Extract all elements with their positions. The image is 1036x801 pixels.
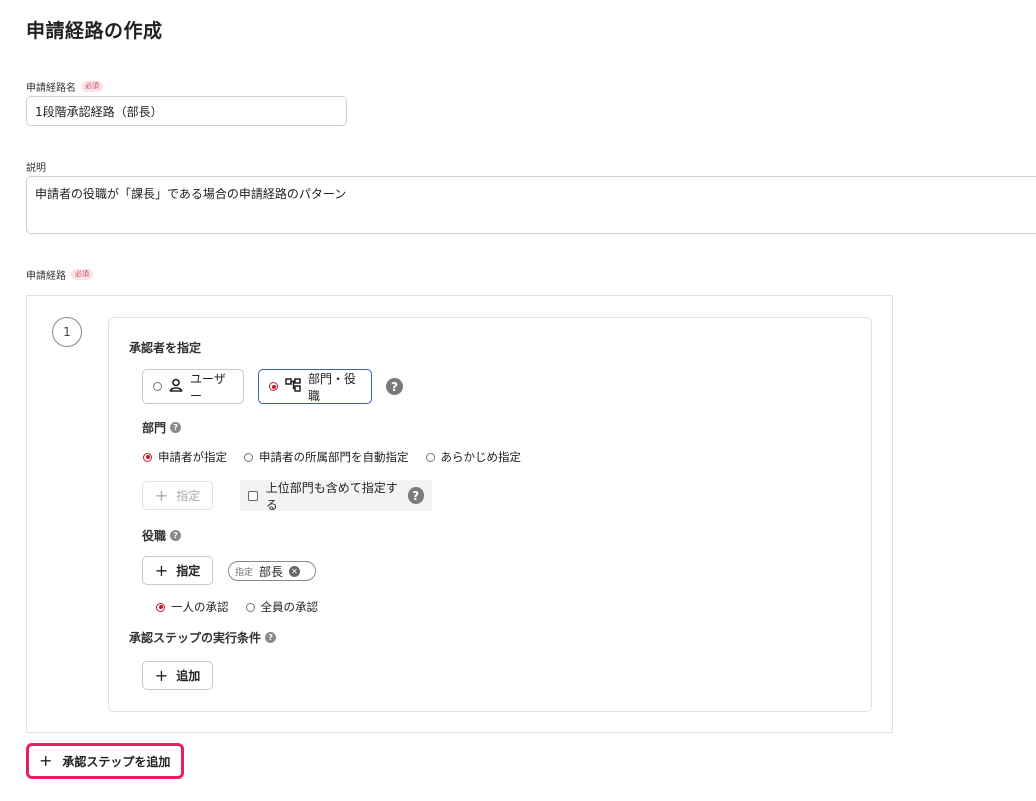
plus-icon: +	[154, 665, 169, 685]
chip-tag: 指定	[235, 567, 254, 578]
approval-mode-radio-group: 一人の承認 全員の承認	[156, 599, 330, 615]
add-approval-step-label: 承認ステップを追加	[62, 754, 171, 769]
approver-help-icon[interactable]: ?	[386, 378, 403, 395]
condition-heading-text: 承認ステップの実行条件	[129, 631, 262, 645]
position-heading: 役職 ?	[142, 527, 182, 544]
remove-chip-icon[interactable]: ✕	[289, 565, 301, 577]
approver-option-dept-position[interactable]: 部門・役職	[258, 369, 372, 404]
required-badge: 必須	[71, 269, 93, 280]
route-name-label: 申請経路名 必須	[26, 79, 103, 94]
description-label: 説明	[26, 159, 46, 174]
step-number: 1	[52, 317, 82, 347]
radio-preset[interactable]	[425, 452, 435, 462]
page-title: 申請経路の作成	[26, 20, 163, 42]
position-help-icon[interactable]: ?	[170, 530, 182, 541]
include-parent-help-icon[interactable]: ?	[407, 487, 424, 504]
chip-label: 部長	[259, 564, 284, 579]
description-textarea[interactable]: 申請者の役職が「課長」である場合の申請経路のパターン	[26, 176, 1036, 234]
position-chip: 指定 部長 ✕	[228, 561, 316, 581]
route-name-input[interactable]: 1段階承認経路（部長）	[26, 96, 347, 126]
approval-mode-all-label: 全員の承認	[260, 600, 319, 614]
approver-heading-text: 承認者を指定	[129, 341, 202, 355]
radio-auto-department[interactable]	[244, 452, 253, 462]
condition-heading: 承認ステップの実行条件 ?	[129, 629, 277, 646]
position-specify-label: 指定	[176, 564, 201, 578]
condition-help-icon[interactable]: ?	[265, 632, 277, 643]
department-heading-text: 部門	[142, 421, 167, 435]
include-parent-dept-option[interactable]: 上位部門も含めて指定する ?	[240, 480, 432, 512]
radio-applicant-specifies[interactable]	[143, 452, 152, 462]
radio-single-approval[interactable]	[156, 602, 165, 612]
approver-heading: 承認者を指定	[129, 339, 201, 356]
approval-mode-all[interactable]: 全員の承認	[245, 599, 319, 615]
user-icon	[169, 378, 183, 395]
department-option-applicant-label: 申請者が指定	[158, 450, 227, 464]
radio-dept-position[interactable]	[269, 382, 278, 391]
org-chart-icon	[285, 378, 301, 395]
department-specify-label: 指定	[176, 489, 201, 503]
department-heading: 部門 ?	[142, 419, 182, 436]
department-option-preset[interactable]: あらかじめ指定	[425, 449, 522, 465]
department-help-icon[interactable]: ?	[170, 422, 182, 433]
department-option-applicant[interactable]: 申請者が指定	[143, 449, 227, 465]
include-parent-label: 上位部門も含めて指定する	[265, 480, 398, 512]
approver-option-dept-position-label: 部門・役職	[308, 371, 357, 403]
department-radio-group: 申請者が指定 申請者の所属部門を自動指定 あらかじめ指定	[143, 449, 533, 465]
position-heading-text: 役職	[142, 529, 167, 543]
approver-option-user-label: ユーザー	[190, 371, 226, 403]
plus-icon: +	[39, 751, 53, 770]
condition-add-button[interactable]: + 追加	[142, 661, 213, 690]
radio-user[interactable]	[153, 382, 162, 391]
add-approval-step-button[interactable]: + 承認ステップを追加	[26, 743, 184, 779]
description-label-text: 説明	[26, 163, 46, 174]
department-option-auto[interactable]: 申請者の所属部門を自動指定	[244, 449, 409, 465]
approval-mode-single-label: 一人の承認	[171, 600, 229, 614]
plus-icon: +	[154, 560, 169, 580]
route-label-text: 申請経路	[26, 271, 66, 282]
position-specify-button[interactable]: + 指定	[142, 556, 213, 585]
department-option-preset-label: あらかじめ指定	[440, 450, 522, 464]
radio-all-approval[interactable]	[245, 602, 255, 612]
condition-add-label: 追加	[176, 669, 201, 683]
department-option-auto-label: 申請者の所属部門を自動指定	[259, 450, 409, 464]
approver-option-user[interactable]: ユーザー	[142, 369, 244, 404]
include-parent-checkbox[interactable]	[248, 490, 258, 501]
required-badge: 必須	[81, 81, 103, 92]
approval-mode-single[interactable]: 一人の承認	[156, 599, 229, 615]
department-specify-button[interactable]: + 指定	[142, 481, 213, 510]
route-label: 申請経路 必須	[26, 267, 93, 282]
plus-icon: +	[154, 485, 169, 505]
route-name-label-text: 申請経路名	[26, 83, 76, 94]
